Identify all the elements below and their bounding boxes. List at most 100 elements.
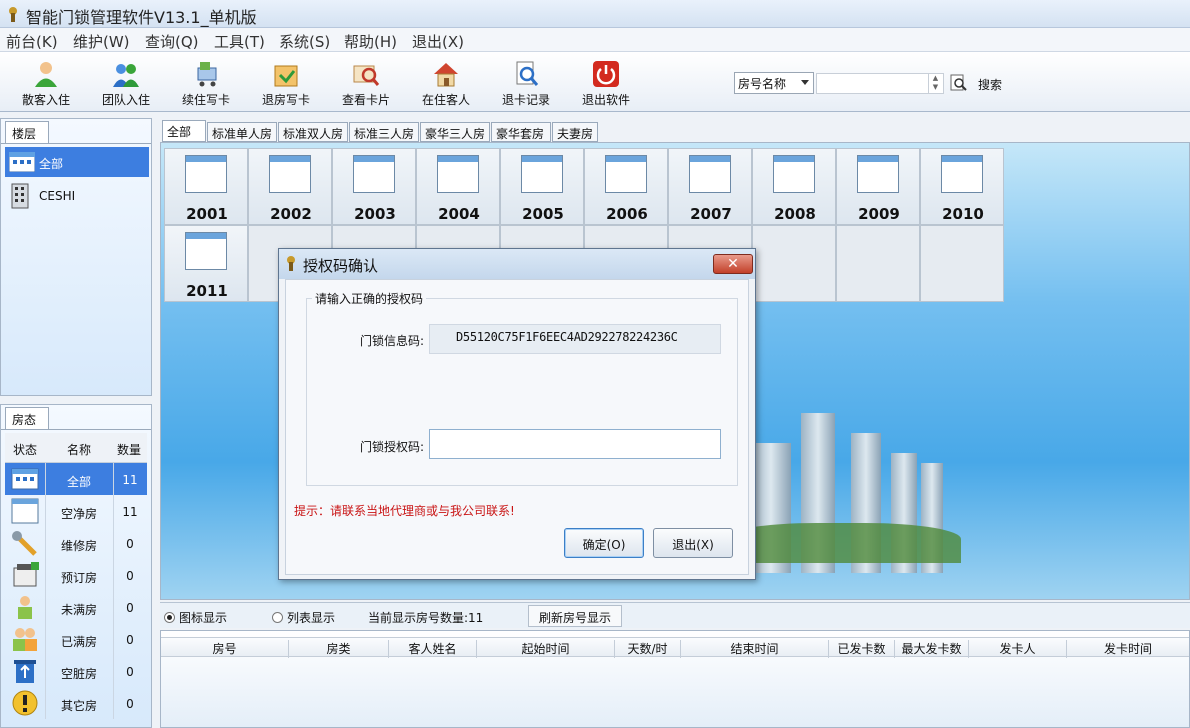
status-row-full[interactable]: 已满房 0	[5, 623, 147, 655]
room-tile[interactable]: 2003	[332, 148, 416, 225]
room-window-icon	[857, 155, 899, 193]
search-button[interactable]: 搜索	[950, 74, 1010, 94]
window-title: 智能门锁管理软件V13.1_单机版	[26, 8, 257, 27]
record-icon	[516, 61, 539, 86]
checkout-icon	[274, 65, 298, 87]
lock-info-field[interactable]: D55120C75F1F6EEC4AD292278224236C	[429, 324, 721, 354]
room-tile[interactable]: 2009	[836, 148, 920, 225]
group-icon	[113, 64, 139, 87]
tab-couple-room[interactable]: 夫妻房	[552, 122, 598, 142]
column-header[interactable]: 结束时间	[681, 640, 829, 658]
search-field-select[interactable]: 房号名称	[734, 72, 814, 94]
single-guest-icon	[18, 596, 32, 619]
card-return-record-button[interactable]: 退卡记录	[488, 56, 564, 108]
menu-exit[interactable]: 退出(X)	[412, 31, 464, 52]
exit-button[interactable]: 退出(X)	[653, 528, 733, 558]
search-icon	[950, 74, 967, 91]
room-window-icon	[353, 155, 395, 193]
auth-code-dialog: 授权码确认 ✕ 请输入正确的授权码 门锁信息码: D55120C75F1F6EE…	[278, 248, 756, 580]
room-count-label: 当前显示房号数量:11	[368, 611, 484, 625]
column-header[interactable]: 房类	[289, 640, 389, 658]
table-header: 房号 房类 客人姓名 起始时间 天数/时 结束时间 已发卡数 最大发卡数 发卡人…	[161, 637, 1189, 658]
group-checkin-button[interactable]: 团队入住	[88, 56, 164, 108]
warning-icon	[12, 690, 38, 716]
room-window-icon	[521, 155, 563, 193]
room-tile[interactable]: 2006	[584, 148, 668, 225]
menu-frontdesk[interactable]: 前台(K)	[6, 31, 58, 52]
view-options-bar: 图标显示 列表显示 当前显示房号数量:11 刷新房号显示	[160, 602, 1190, 628]
room-tile[interactable]: 2010	[920, 148, 1004, 225]
cart-icon	[197, 62, 217, 87]
ok-button[interactable]: 确定(O)	[564, 528, 644, 558]
exit-software-button[interactable]: 退出软件	[568, 56, 644, 108]
room-window-icon	[689, 155, 731, 193]
menu-maintain[interactable]: 维护(W)	[73, 31, 130, 52]
column-header[interactable]: 已发卡数	[829, 640, 895, 658]
room-tile[interactable]: 2007	[668, 148, 752, 225]
menu-tools[interactable]: 工具(T)	[214, 31, 265, 52]
refresh-rooms-button[interactable]: 刷新房号显示	[528, 605, 622, 627]
radio-selected-icon	[164, 612, 175, 623]
room-tile[interactable]: 2004	[416, 148, 500, 225]
room-window-icon	[185, 232, 227, 270]
dialog-title-bar[interactable]: 授权码确认 ✕	[279, 249, 755, 279]
extend-write-card-button[interactable]: 续住写卡	[168, 56, 244, 108]
tab-room-status[interactable]: 房态	[5, 407, 49, 429]
list-view-radio[interactable]: 列表显示	[272, 609, 335, 626]
tab-deluxe-triple[interactable]: 豪华三人房	[420, 122, 490, 142]
floor-item-ceshi[interactable]: CESHI	[5, 181, 149, 211]
status-row-repair[interactable]: 维修房 0	[5, 527, 147, 559]
auth-code-input[interactable]	[429, 429, 721, 459]
room-window-icon	[941, 155, 983, 193]
column-header[interactable]: 客人姓名	[389, 640, 477, 658]
status-row-vacant-clean[interactable]: 空净房 11	[5, 495, 147, 527]
column-header[interactable]: 天数/时	[615, 640, 681, 658]
tab-standard-single[interactable]: 标准单人房	[207, 122, 277, 142]
tab-standard-double[interactable]: 标准双人房	[278, 122, 348, 142]
column-header[interactable]: 发卡时间	[1067, 640, 1189, 658]
status-row-partial[interactable]: 未满房 0	[5, 591, 147, 623]
column-header[interactable]: 最大发卡数	[895, 640, 969, 658]
tab-standard-triple[interactable]: 标准三人房	[349, 122, 419, 142]
walkin-checkin-button[interactable]: 散客入住	[8, 56, 84, 108]
empty-cell	[752, 225, 836, 302]
status-row-other[interactable]: 其它房 0	[5, 687, 147, 719]
tab-all[interactable]: 全部	[162, 120, 206, 142]
spin-stepper[interactable]: ▲ ▼	[928, 74, 942, 93]
room-tile[interactable]: 2008	[752, 148, 836, 225]
empty-cell	[836, 225, 920, 302]
radio-icon	[272, 612, 283, 623]
icon-view-radio[interactable]: 图标显示	[164, 609, 227, 626]
room-tile[interactable]: 2001	[164, 148, 248, 225]
column-header[interactable]: 发卡人	[969, 640, 1067, 658]
room-type-tabs: 全部 标准单人房 标准双人房 标准三人房 豪华三人房 豪华套房 夫妻房	[160, 120, 1190, 142]
group-label: 请输入正确的授权码	[312, 290, 427, 307]
status-row-reserved[interactable]: 预订房 0	[5, 559, 147, 591]
room-tile[interactable]: 2005	[500, 148, 584, 225]
menu-system[interactable]: 系统(S)	[279, 31, 330, 52]
floor-item-all[interactable]: 全部	[5, 147, 149, 177]
view-card-button[interactable]: 查看卡片	[328, 56, 404, 108]
column-header[interactable]: 起始时间	[477, 640, 615, 658]
in-house-guests-button[interactable]: 在住客人	[408, 56, 484, 108]
app-logo-icon	[287, 256, 295, 271]
tab-floor[interactable]: 楼层	[5, 121, 49, 143]
room-window-icon	[437, 155, 479, 193]
search-input[interactable]	[816, 73, 944, 94]
room-tile[interactable]: 2011	[164, 225, 248, 302]
tab-deluxe-suite[interactable]: 豪华套房	[491, 122, 551, 142]
room-window-icon	[185, 155, 227, 193]
dialog-close-button[interactable]: ✕	[713, 254, 753, 274]
auth-code-label: 门锁授权码:	[360, 440, 425, 454]
status-row-all[interactable]: 全部 11	[5, 463, 147, 495]
trees-decor	[721, 523, 961, 563]
dialog-body: 请输入正确的授权码 门锁信息码: D55120C75F1F6EEC4AD2922…	[285, 279, 749, 575]
room-window-icon	[773, 155, 815, 193]
menu-query[interactable]: 查询(Q)	[145, 31, 199, 52]
column-header[interactable]: 房号	[161, 640, 289, 658]
room-tile[interactable]: 2002	[248, 148, 332, 225]
checkout-write-card-button[interactable]: 退房写卡	[248, 56, 324, 108]
status-row-vacant-dirty[interactable]: 空脏房 0	[5, 655, 147, 687]
room-window-icon	[605, 155, 647, 193]
menu-help[interactable]: 帮助(H)	[344, 31, 397, 52]
